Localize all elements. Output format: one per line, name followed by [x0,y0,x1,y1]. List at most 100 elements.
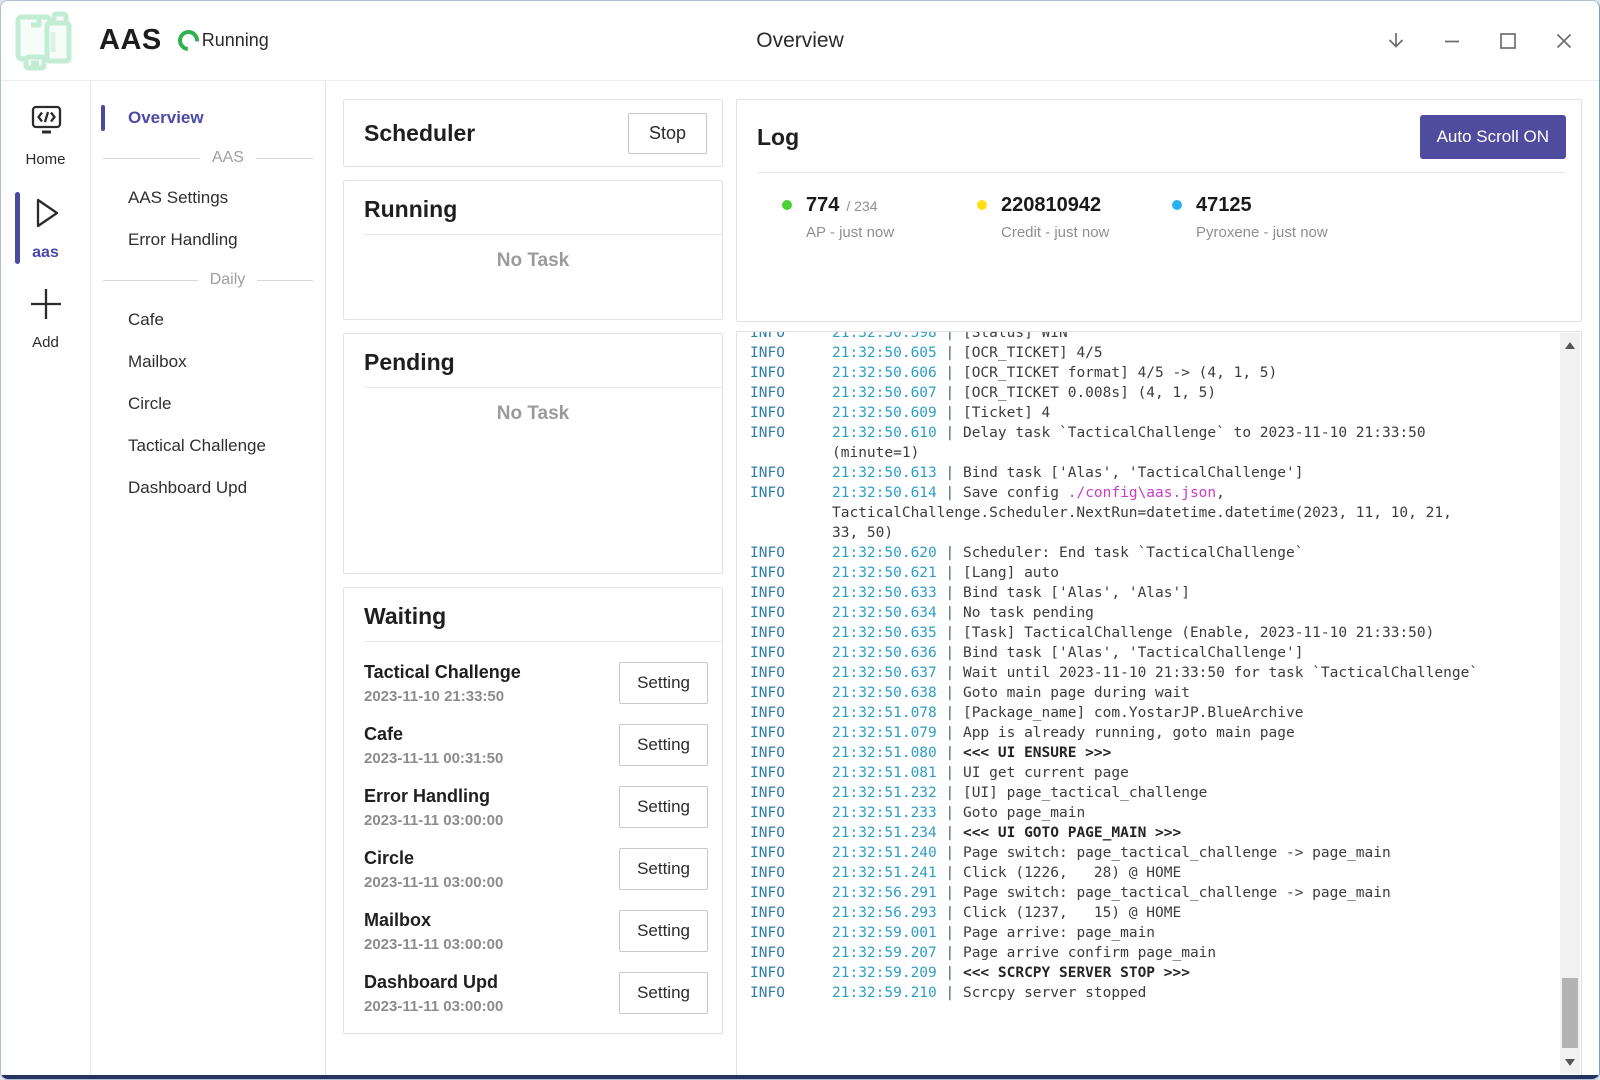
setting-button[interactable]: Setting [619,848,708,890]
scrollbar-thumb[interactable] [1562,978,1578,1048]
waiting-task-info: Cafe2023-11-11 00:31:50 [364,724,503,767]
download-button[interactable] [1383,28,1409,54]
auto-scroll-button[interactable]: Auto Scroll ON [1420,115,1566,159]
waiting-task-name: Dashboard Upd [364,972,503,993]
scrollbar-up-button[interactable] [1560,335,1580,355]
log-message: 21:32:50.634 | No task pending [832,603,1547,623]
setting-button[interactable]: Setting [619,972,708,1014]
log-scrollbar[interactable] [1560,333,1580,1074]
window-bottom-edge [1,1075,1599,1079]
nav-item-dashboard-upd[interactable]: Dashboard Upd [91,467,325,509]
log-text-segment: App is already running, goto main page [963,725,1295,741]
pending-card: Pending No Task [343,333,723,574]
log-message: 21:32:51.080 | <<< UI ENSURE >>> [832,743,1547,763]
log-text-segment: No task pending [963,605,1094,621]
log-level: INFO [750,883,832,903]
log-text-segment: [UI] page_tactical_challenge [963,785,1207,801]
log-message: 21:32:56.293 | Click (1237, 15) @ HOME [832,903,1547,923]
log-text-segment: Page switch: page_tactical_challenge -> … [963,885,1391,901]
nav-item-mailbox[interactable]: Mailbox [91,341,325,383]
waiting-task-info: Tactical Challenge2023-11-10 21:33:50 [364,662,521,705]
log-text-segment: Bind task ['Alas', 'TacticalChallenge'] [963,465,1303,481]
log-level: INFO [750,823,832,843]
app-window: AAS Running Overview HomeaasAdd Overview… [0,0,1600,1080]
running-empty-text: No Task [344,235,722,272]
log-text-segment: Page arrive confirm page_main [963,945,1216,961]
waiting-task-row: Dashboard Upd2023-11-11 03:00:00Setting [364,962,708,1024]
log-separator: | [937,845,963,861]
log-timestamp: 21:32:51.234 [832,825,937,841]
log-timestamp: 21:32:59.210 [832,985,937,1001]
log-line: INFO21:32:51.241 | Click (1226, 28) @ HO… [750,863,1547,883]
divider-line [256,158,313,159]
log-separator: | [937,645,963,661]
log-level: INFO [750,963,832,983]
stop-button[interactable]: Stop [628,113,707,154]
log-separator: | [937,565,963,581]
maximize-icon [1496,29,1520,53]
main-content: Scheduler Stop Running No Task Pending N… [326,81,1599,1076]
log-separator: | [937,765,963,781]
log-level: INFO [750,743,832,763]
log-separator: | [937,825,963,841]
log-timestamp: 21:32:59.001 [832,925,937,941]
waiting-task-name: Mailbox [364,910,503,931]
stat-dot-icon [977,200,987,210]
log-timestamp: 21:32:50.621 [832,565,937,581]
rail-item-aas[interactable]: aas [1,188,90,268]
log-message: 21:32:50.606 | [OCR_TICKET format] 4/5 -… [832,363,1547,383]
waiting-task-time: 2023-11-10 21:33:50 [364,688,521,705]
log-line: INFO21:32:59.001 | Page arrive: page_mai… [750,923,1547,943]
log-separator: | [937,885,963,901]
stat-label: AP - just now [806,224,977,241]
setting-button[interactable]: Setting [619,786,708,828]
setting-button[interactable]: Setting [619,662,708,704]
stat-dot-icon [1172,200,1182,210]
nav-item-tactical-challenge[interactable]: Tactical Challenge [91,425,325,467]
log-text-segment: Save config [963,485,1068,501]
waiting-task-row: Tactical Challenge2023-11-10 21:33:50 Set… [364,652,708,714]
log-text-segment: Click (1226, 28) @ HOME [963,865,1181,881]
log-line: INFO21:32:51.081 | UI get current page [750,763,1547,783]
log-message: 21:32:51.079 | App is already running, g… [832,723,1547,743]
nav-item-error-handling[interactable]: Error Handling [91,219,325,261]
rail-item-home[interactable]: Home [1,99,90,174]
maximize-button[interactable] [1495,28,1521,54]
waiting-task-name: Circle [364,848,503,869]
triangle-down-icon [1565,1059,1575,1066]
close-button[interactable] [1551,28,1577,54]
waiting-task-row: Error Handling2023-11-11 03:00:00 Setting [364,776,708,838]
stat-suffix: / 234 [846,198,877,214]
log-level: INFO [750,843,832,863]
running-spinner-icon [173,26,203,56]
rail-item-add[interactable]: Add [1,282,90,357]
nav-section-label: Daily [210,271,246,289]
log-line: INFO21:32:50.620 | Scheduler: End task `… [750,543,1547,563]
pending-empty-text: No Task [344,388,722,425]
log-line: INFO21:32:56.293 | Click (1237, 15) @ HO… [750,903,1547,923]
nav-item-circle[interactable]: Circle [91,383,325,425]
dashboard-stats: 774/ 234AP - just now220810942Credit - j… [757,173,1566,241]
nav-item-cafe[interactable]: Cafe [91,299,325,341]
setting-button[interactable]: Setting [619,724,708,766]
log-message: 21:32:56.291 | Page switch: page_tactica… [832,883,1547,903]
setting-button[interactable]: Setting [619,910,708,952]
waiting-task-info: Error Handling2023-11-11 03:00:00 [364,786,503,829]
nav-item-aas-settings[interactable]: AAS Settings [91,177,325,219]
log-separator: | [937,665,963,681]
log-level: INFO [750,343,832,363]
log-line: INFO21:32:51.079 | App is already runnin… [750,723,1547,743]
log-separator: | [937,985,963,1001]
log-level: INFO [750,683,832,703]
minimize-button[interactable] [1439,28,1465,54]
log-message: 21:32:50.610 | Delay task `TacticalChall… [832,423,1547,463]
log-timestamp: 21:32:50.638 [832,685,937,701]
nav-item-overview[interactable]: Overview [91,97,325,139]
log-separator: | [937,705,963,721]
log-timestamp: 21:32:51.241 [832,865,937,881]
log-line: INFO21:32:51.232 | [UI] page_tactical_ch… [750,783,1547,803]
log-message: 21:32:59.209 | <<< SCRCPY SERVER STOP >>… [832,963,1547,983]
scrollbar-down-button[interactable] [1560,1052,1580,1072]
log-level: INFO [750,383,832,403]
app-name: AAS [99,24,162,57]
